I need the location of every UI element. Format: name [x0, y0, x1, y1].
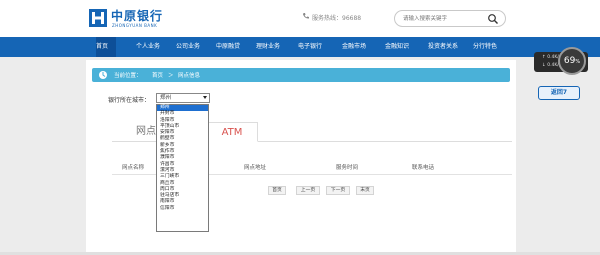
site-header: 中原银行 ZHONGYUAN BANK 服务热线：96688	[0, 0, 600, 37]
pager-next-button[interactable]: 下一页	[326, 186, 350, 195]
usage-percent-unit: %	[575, 59, 581, 65]
nav-item-wealth[interactable]: 理财业务	[256, 37, 280, 57]
bank-name-en: ZHONGYUAN BANK	[112, 23, 158, 28]
breadcrumb: 当前位置： 首页 ＞ 网点信息	[92, 68, 510, 82]
breadcrumb-current: 网点信息	[178, 73, 201, 79]
nav-item-home[interactable]: 首页	[96, 37, 116, 57]
phone-icon	[303, 13, 309, 19]
city-dropdown-list: 郑州 开封市 洛阳市 平顶山市 安阳市 鹤壁市 新乡市 焦作市 濮阳市 许昌市 …	[156, 104, 209, 232]
nav-item-investor[interactable]: 投资者关系	[428, 37, 458, 57]
column-phone: 联系电话	[412, 165, 435, 171]
column-service-hours: 服务时间	[336, 165, 359, 171]
nav-item-markets[interactable]: 金融市场	[342, 37, 366, 57]
tab-atm[interactable]: ATM	[206, 122, 258, 142]
pager-last-button[interactable]: 末页	[356, 186, 374, 195]
breadcrumb-prefix: 当前位置：	[114, 73, 142, 79]
location-icon	[99, 71, 107, 79]
nav-item-branches[interactable]: 分行特色	[473, 37, 497, 57]
column-branch-address: 网点地址	[244, 165, 267, 171]
city-select[interactable]: 郑州	[156, 93, 210, 103]
nav-item-knowledge[interactable]: 金融知识	[385, 37, 409, 57]
nav-item-ebanking[interactable]: 电子银行	[298, 37, 322, 57]
nav-item-loans[interactable]: 中原融贷	[216, 37, 240, 57]
pager-first-button[interactable]: 首页	[268, 186, 286, 195]
city-option[interactable]: 信阳市	[157, 206, 208, 212]
chevron-down-icon[interactable]	[203, 96, 207, 99]
back-button[interactable]: 返回7	[538, 86, 580, 100]
search-input[interactable]	[403, 14, 487, 24]
usage-percent: 69	[563, 56, 576, 66]
bank-logo-icon[interactable]	[88, 8, 108, 28]
breadcrumb-home-link[interactable]: 首页	[152, 71, 163, 79]
breadcrumb-separator: ＞	[168, 73, 174, 79]
search-box[interactable]	[394, 10, 506, 27]
search-icon[interactable]	[487, 13, 499, 25]
nav-item-corporate[interactable]: 公司业务	[176, 37, 200, 57]
column-branch-name: 网点名称	[122, 165, 145, 171]
city-select-label: 银行所在城市：	[108, 97, 151, 104]
bank-name-cn[interactable]: 中原银行	[111, 7, 163, 24]
service-hotline: 服务热线：96688	[312, 15, 362, 22]
main-content: 当前位置： 首页 ＞ 网点信息 银行所在城市： 郑州 网点 ATM 网点名称 网…	[86, 60, 516, 252]
main-nav: 首页 个人业务 公司业务 中原融贷 理财业务 电子银行 金融市场 金融知识 投资…	[0, 37, 600, 57]
memory-usage-ball[interactable]: 69%	[558, 47, 586, 75]
nav-item-personal[interactable]: 个人业务	[136, 37, 160, 57]
city-select-value: 郑州	[160, 95, 172, 101]
pager-prev-button[interactable]: 上一页	[296, 186, 320, 195]
